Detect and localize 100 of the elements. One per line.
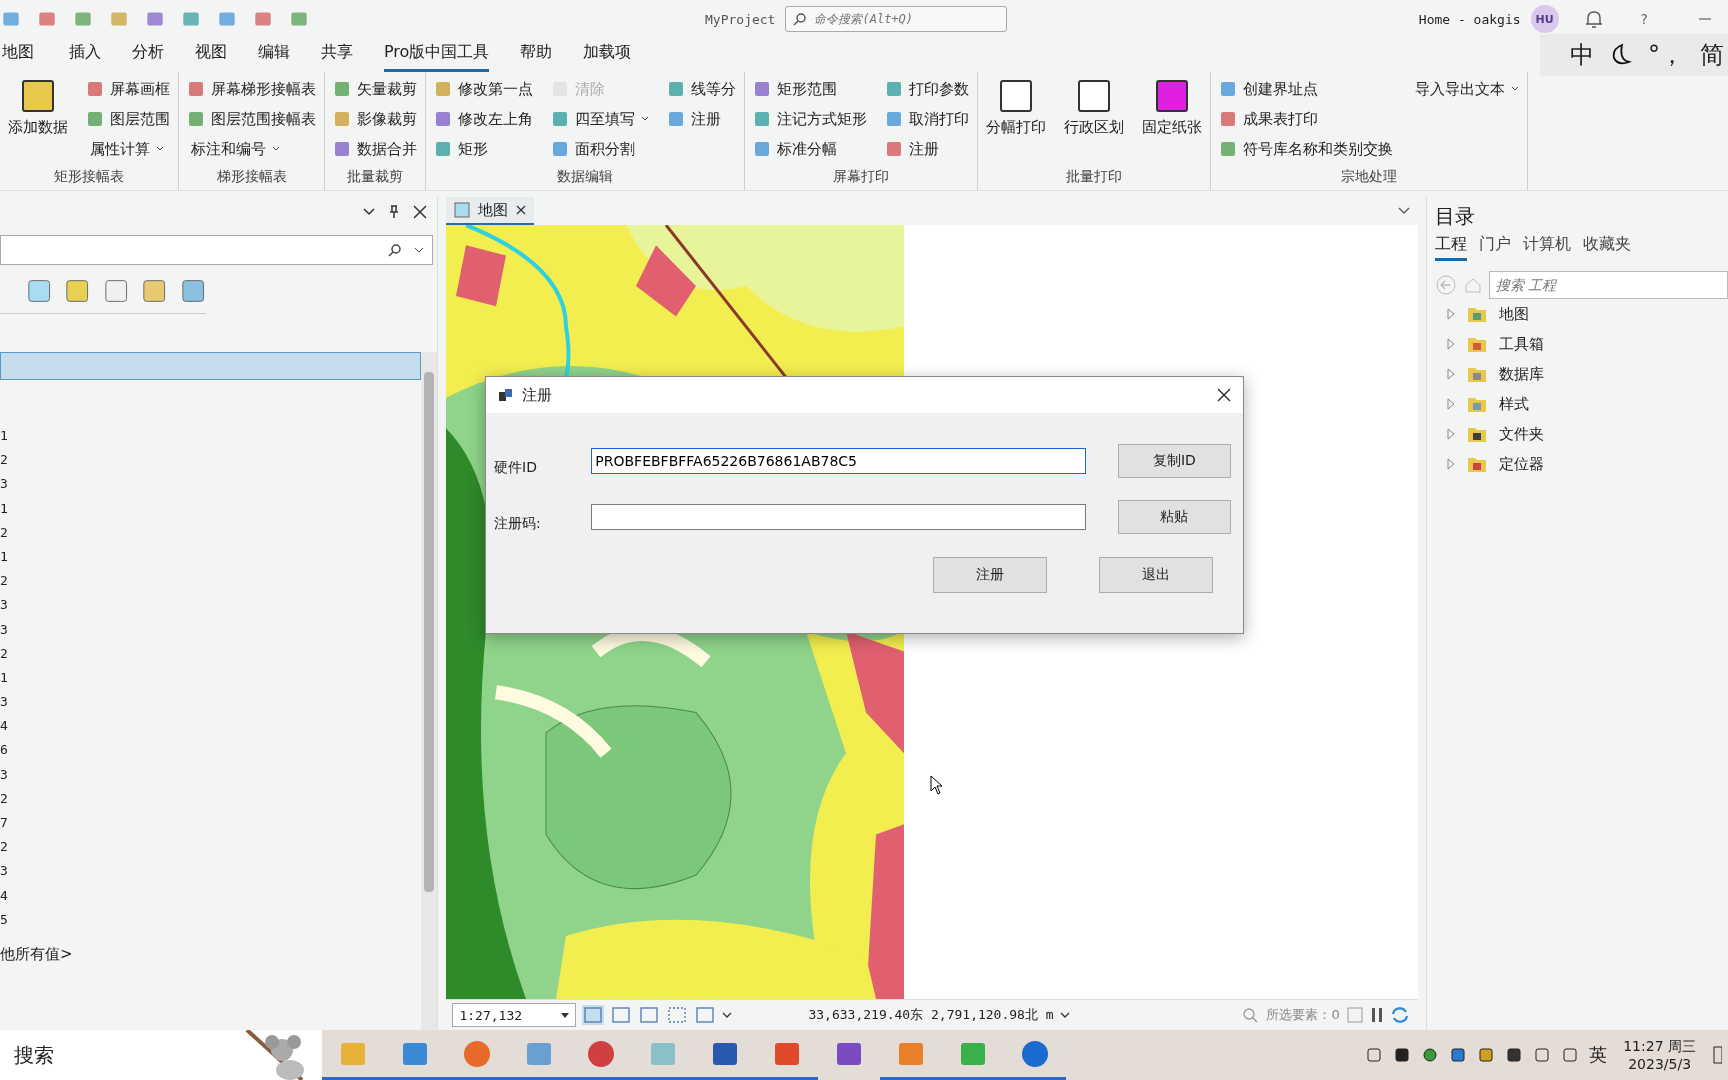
- expand-arrow-icon[interactable]: [1446, 428, 1455, 440]
- ribbon-tab[interactable]: 加载项: [583, 38, 632, 72]
- expand-arrow-icon[interactable]: [1446, 338, 1455, 350]
- ribbon-tab[interactable]: 共享: [321, 38, 353, 72]
- dropdown-button[interactable]: 标注和编号: [187, 136, 316, 162]
- list-row[interactable]: 2: [0, 448, 422, 473]
- list-row[interactable]: 2: [0, 569, 422, 594]
- select-icon[interactable]: [1345, 1006, 1364, 1024]
- ribbon-tab[interactable]: 插入: [69, 38, 101, 72]
- map-tab[interactable]: 地图: [446, 197, 535, 225]
- text-field[interactable]: PROBFEBFBFFA65226B76861AB78C5: [591, 448, 1086, 474]
- large-tool-button[interactable]: 分幅打印: [986, 76, 1046, 137]
- tool-button[interactable]: 面积分割: [551, 136, 649, 162]
- catalog-tab[interactable]: 计算机: [1522, 234, 1571, 261]
- text-field[interactable]: [591, 504, 1086, 530]
- dialog-button[interactable]: 注册: [933, 557, 1047, 593]
- account-label[interactable]: Home - oakgis: [1418, 11, 1521, 27]
- tool-button[interactable]: 符号库名称和类别交换: [1219, 136, 1393, 162]
- list-row[interactable]: 2: [0, 520, 422, 545]
- dialog-button[interactable]: 粘贴: [1117, 500, 1231, 534]
- dialog-button[interactable]: 退出: [1099, 557, 1213, 593]
- tool-button[interactable]: 数据合并: [333, 136, 417, 162]
- tool-button[interactable]: 图层范围接幅表: [187, 106, 316, 132]
- list-row[interactable]: 他所有值>: [0, 941, 422, 967]
- list-row[interactable]: 7: [0, 811, 422, 836]
- tool-button[interactable]: 屏幕梯形接幅表: [187, 76, 316, 102]
- catalog-tab[interactable]: 工程: [1434, 234, 1467, 261]
- expand-arrow-icon[interactable]: [1446, 398, 1455, 410]
- tool-button[interactable]: 四至填写: [551, 106, 649, 132]
- tool-button[interactable]: 屏幕画框: [86, 76, 170, 102]
- catalog-tab[interactable]: 门户: [1478, 234, 1511, 261]
- avatar-initials[interactable]: HU: [1530, 5, 1559, 33]
- tool-button[interactable]: 注记方式矩形: [753, 106, 867, 132]
- chevron-down-icon[interactable]: [1397, 207, 1410, 215]
- large-tool-button[interactable]: 添加数据: [8, 76, 68, 137]
- input-language-indicator[interactable]: 英: [1589, 1043, 1608, 1067]
- ribbon-tab[interactable]: 编辑: [258, 38, 290, 72]
- catalog-item[interactable]: 定位器: [1498, 454, 1544, 474]
- tool-button[interactable]: 线等分: [667, 76, 736, 102]
- list-row[interactable]: 2: [0, 786, 422, 811]
- tool-button[interactable]: 成果表打印: [1219, 106, 1393, 132]
- pin-icon[interactable]: [389, 205, 400, 219]
- tool-button[interactable]: 矩形: [434, 136, 533, 162]
- dropdown-button[interactable]: 导入导出文本: [1411, 76, 1519, 102]
- list-row[interactable]: 3: [0, 690, 422, 715]
- dialog-button[interactable]: 复制ID: [1117, 444, 1231, 478]
- ribbon-tab[interactable]: Pro版中国工具: [384, 38, 490, 72]
- scrollbar[interactable]: [421, 352, 438, 1030]
- catalog-item[interactable]: 数据库: [1498, 364, 1544, 384]
- expand-arrow-icon[interactable]: [1446, 458, 1455, 470]
- catalog-search-field[interactable]: 搜索 工程: [1488, 271, 1728, 299]
- tool-button[interactable]: 修改第一点: [434, 76, 533, 102]
- grid-icon[interactable]: [610, 1005, 633, 1025]
- dropdown-button[interactable]: 属性计算: [86, 136, 170, 162]
- show-desktop-icon[interactable]: [1712, 1045, 1722, 1065]
- ime-punctuation-label[interactable]: °，: [1648, 39, 1684, 71]
- catalog-item[interactable]: 地图: [1498, 304, 1529, 324]
- tool-button[interactable]: 矩形范围: [753, 76, 867, 102]
- tool-button[interactable]: 打印参数: [885, 76, 969, 102]
- snapping-icon[interactable]: [582, 1005, 605, 1025]
- expand-arrow-icon[interactable]: [1446, 368, 1455, 380]
- ribbon-tab[interactable]: 帮助: [520, 38, 553, 72]
- help-button[interactable]: ?: [1640, 11, 1648, 27]
- caret-icon[interactable]: [722, 1012, 733, 1018]
- tool-button[interactable]: 标准分幅: [753, 136, 867, 162]
- catalog-item[interactable]: 工具箱: [1498, 334, 1544, 354]
- taskbar-search-field[interactable]: 搜索: [0, 1030, 322, 1080]
- clock[interactable]: 11:27 周三 2023/5/3: [1623, 1037, 1696, 1073]
- tool-button[interactable]: 创建界址点: [1219, 76, 1393, 102]
- caret-icon[interactable]: [1059, 1012, 1070, 1018]
- close-icon[interactable]: [1217, 388, 1231, 402]
- list-row[interactable]: 4: [0, 714, 422, 739]
- close-icon[interactable]: [413, 205, 428, 219]
- command-search-field[interactable]: 命令搜索(Alt+Q): [785, 6, 1008, 32]
- tool-button[interactable]: 注册: [667, 106, 736, 132]
- pause-icon[interactable]: [1369, 1006, 1384, 1024]
- list-row[interactable]: 1: [0, 665, 422, 691]
- list-row[interactable]: 5: [0, 907, 422, 932]
- tool-button[interactable]: 修改左上角: [434, 106, 533, 132]
- list-row[interactable]: 2: [0, 641, 422, 666]
- list-row[interactable]: 4: [0, 883, 422, 908]
- tool-button[interactable]: 注册: [885, 136, 969, 162]
- large-tool-button[interactable]: 固定纸张: [1142, 76, 1202, 137]
- close-icon[interactable]: [516, 205, 527, 215]
- catalog-item[interactable]: 文件夹: [1498, 424, 1544, 444]
- scale-dropdown[interactable]: 1:27,132: [452, 1003, 577, 1027]
- list-row[interactable]: 1: [0, 496, 422, 521]
- chevron-down-icon[interactable]: [363, 208, 376, 216]
- list-row[interactable]: 1: [0, 424, 422, 449]
- tool-button[interactable]: 取消打印: [885, 106, 969, 132]
- list-row[interactable]: 3: [0, 762, 422, 787]
- catalog-item[interactable]: 样式: [1498, 394, 1529, 414]
- large-tool-button[interactable]: 行政区划: [1064, 76, 1124, 137]
- list-row[interactable]: 3: [0, 859, 422, 884]
- list-row[interactable]: 3: [0, 617, 422, 642]
- list-row[interactable]: [0, 352, 422, 380]
- catalog-tab[interactable]: 收藏夹: [1582, 234, 1631, 261]
- ribbon-tab[interactable]: 分析: [132, 38, 164, 72]
- list-row[interactable]: 2: [0, 835, 422, 860]
- list-row[interactable]: 3: [0, 593, 422, 618]
